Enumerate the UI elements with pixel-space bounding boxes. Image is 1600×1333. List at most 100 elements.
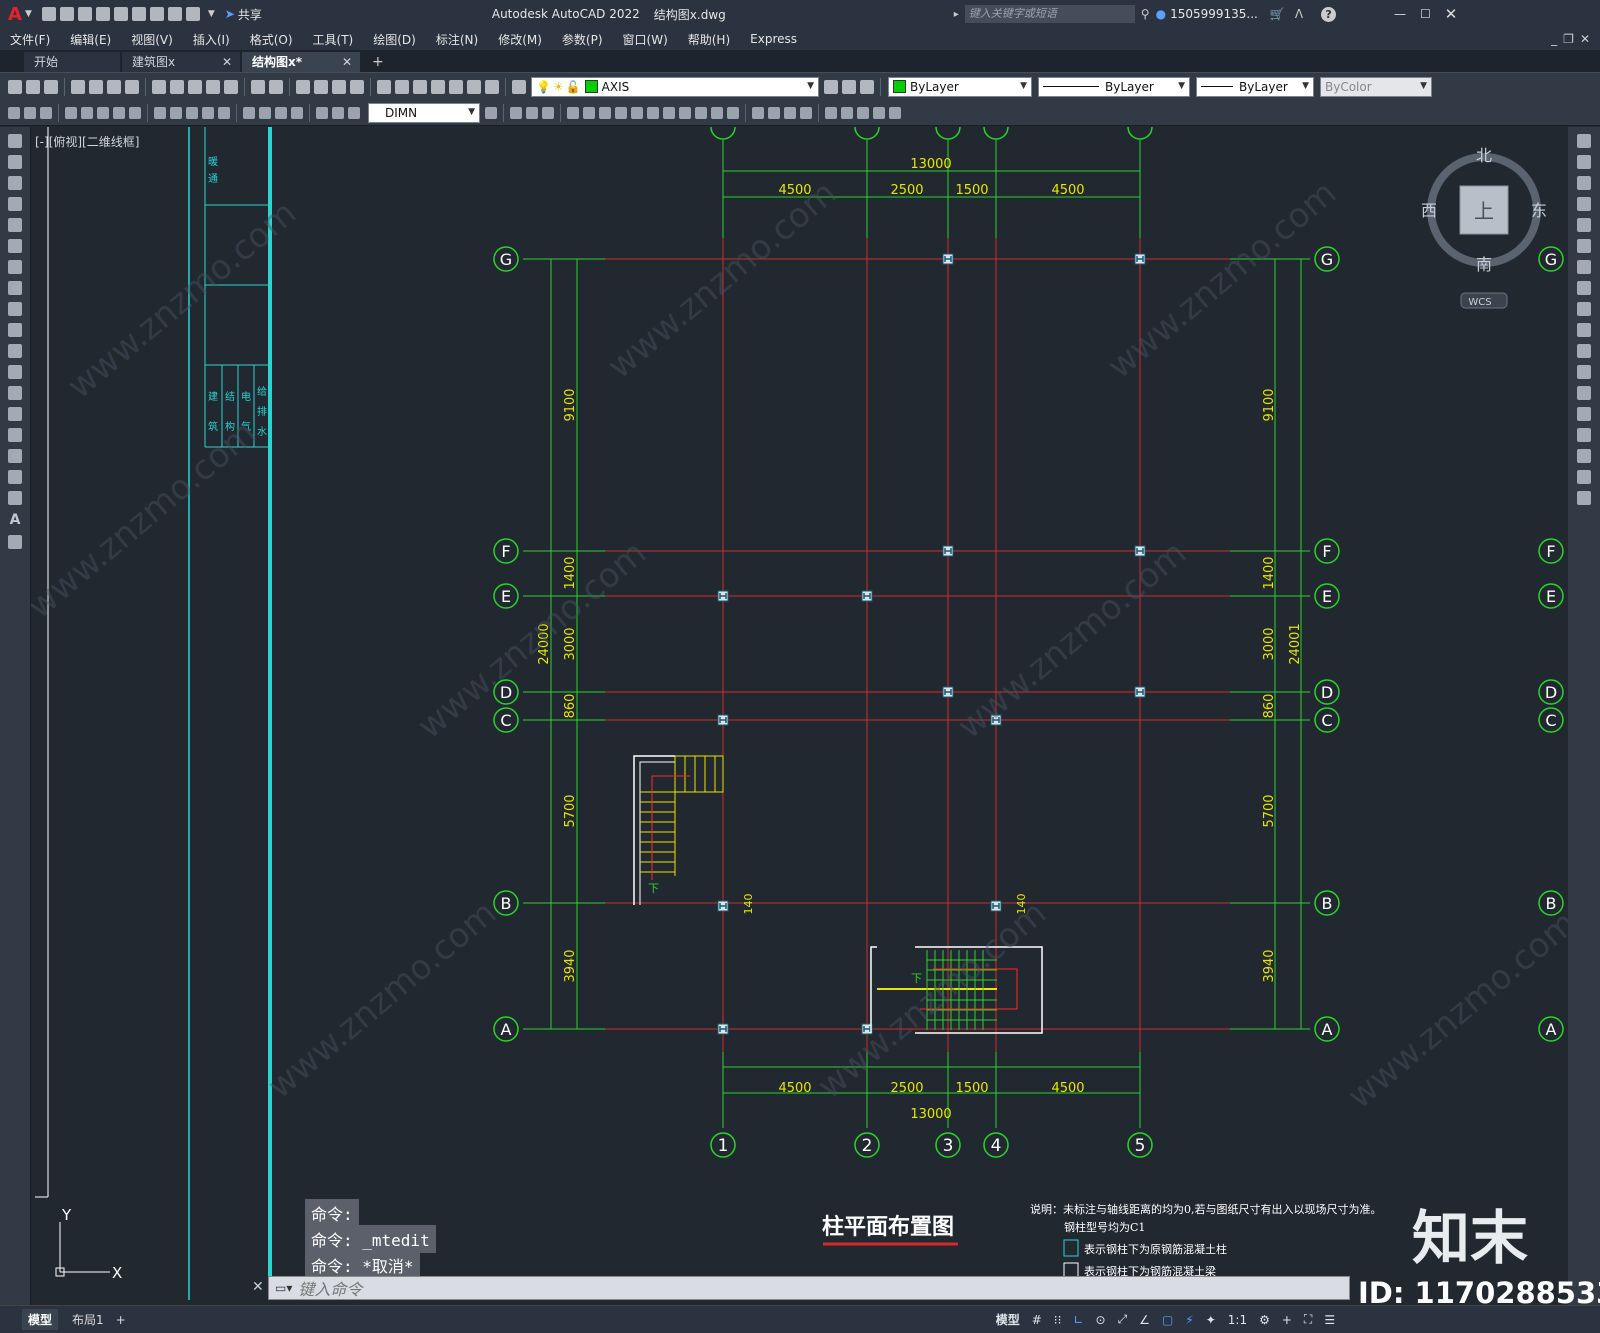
menu-edit[interactable]: 编辑(E) [70,31,111,48]
tb-3d-cone-icon[interactable] [542,106,554,119]
object-snap-icon[interactable]: ▢ [1162,1313,1173,1327]
menu-view[interactable]: 视图(V) [131,31,173,48]
layer-properties-icon[interactable] [512,79,526,94]
save-as-icon[interactable] [95,7,110,21]
tb-save-icon[interactable] [44,79,58,94]
tb-ordinate-icon[interactable] [65,106,77,119]
tb-separate-icon[interactable] [800,106,812,119]
trim-icon[interactable] [1577,323,1591,337]
menu-help[interactable]: 帮助(H) [688,31,730,48]
snap-icon[interactable]: ⁝⁝ [1054,1313,1062,1327]
tb-union-icon[interactable] [752,106,764,119]
help-button[interactable]: ? [1321,6,1337,22]
layer-dropdown[interactable]: 💡 ☀ 🔓 AXIS ▼ [531,76,819,97]
menu-file[interactable]: 文件(F) [10,31,50,48]
tb-3d-rotate-icon[interactable] [599,106,611,119]
linetype-dropdown[interactable]: ByLayer ▼ [1038,76,1190,97]
tb-diameter-icon[interactable] [113,106,125,119]
add-selected-icon[interactable] [8,535,22,549]
stretch-icon[interactable] [1577,302,1591,316]
construction-line-icon[interactable] [8,155,22,169]
move-icon[interactable] [1577,239,1591,253]
web-save-icon[interactable] [131,7,146,21]
menu-tools[interactable]: 工具(T) [313,31,354,48]
circle-icon[interactable] [8,260,22,274]
erase-icon[interactable] [1577,134,1591,148]
user-icon[interactable]: ● [1156,7,1166,21]
search-input[interactable]: 键入关键字或短语 [964,5,1135,23]
tb-block-editor-icon[interactable] [224,79,238,94]
open-file-icon[interactable] [59,7,74,21]
layer-bulb-icon[interactable]: 💡 [536,80,551,94]
tb-intersect-icon[interactable] [784,106,796,119]
tb-angular-icon[interactable] [129,106,141,119]
tb-baseline-icon[interactable] [170,106,182,119]
user-name[interactable]: 1505999135... [1170,7,1258,21]
tb-3d-align-icon[interactable] [615,106,627,119]
tb-undo-icon[interactable] [251,79,265,94]
share-icon[interactable]: ➤ [225,7,235,21]
search-icon[interactable]: ⚲ [1141,7,1150,21]
spline-icon[interactable] [8,302,22,316]
tb-revolve-icon[interactable] [727,106,739,119]
tb-tool-palettes-icon[interactable] [413,79,427,94]
app-logo[interactable]: A [8,4,22,25]
customization-icon[interactable]: ☰ [1324,1313,1335,1327]
tb-cut-icon[interactable] [152,79,166,94]
tb-3d-mirror-icon[interactable] [631,106,643,119]
web-open-icon[interactable] [113,7,128,21]
fillet-icon[interactable] [1577,449,1591,463]
viewcube-west[interactable]: 西 [1421,201,1437,220]
hatch-icon[interactable] [8,428,22,442]
menu-parametric[interactable]: 参数(P) [562,31,603,48]
make-block-icon[interactable] [8,386,22,400]
customize-qat-chevron-icon[interactable]: ▼ [208,9,215,19]
make-current-icon[interactable] [824,79,838,94]
line-tool-icon[interactable] [8,134,22,148]
workspace-gear-icon[interactable]: ⚙ [1259,1313,1270,1327]
color-dropdown[interactable]: ByLayer ▼ [888,76,1032,97]
layer-sun-icon[interactable]: ☀ [553,80,564,94]
dimstyle-dropdown[interactable]: DIMN ▼ [368,102,480,123]
viewcube-south[interactable]: 南 [1476,255,1492,274]
tb-preview-icon[interactable] [89,79,103,94]
tb-render-icon[interactable] [889,106,901,119]
join-icon[interactable] [1577,407,1591,421]
command-recent-icon[interactable]: ▭▾ [275,1281,292,1295]
tb-zoom-window-icon[interactable] [332,79,346,94]
object-snap-tracking-icon[interactable]: ∠ [1139,1313,1150,1327]
ellipse-arc-icon[interactable] [8,344,22,358]
minimize-icon[interactable]: — [1394,7,1406,21]
tab-architecture[interactable]: 建筑图x ✕ [122,52,240,72]
tb-sheet-set-icon[interactable] [431,79,445,94]
fullscreen-icon[interactable]: ⛶ [1304,1312,1312,1327]
tb-jogged-icon[interactable] [81,106,93,119]
tb-check-icon[interactable] [873,106,885,119]
tb-inspect-icon[interactable] [275,106,287,119]
doc-close-icon[interactable]: ✕ [1580,32,1590,46]
rotate-icon[interactable] [1577,260,1591,274]
tb-new-icon[interactable] [8,79,22,94]
tab-close-icon[interactable]: ✕ [342,52,352,72]
model-space-button[interactable]: 模型 [996,1311,1020,1328]
tb-pan-icon[interactable] [296,79,310,94]
print-icon[interactable] [149,7,164,21]
ortho-icon[interactable]: ∟ [1073,1313,1083,1327]
tb-zoom-previous-icon[interactable] [350,79,364,94]
menu-modify[interactable]: 修改(M) [498,31,542,48]
maximize-icon[interactable]: ☐ [1420,7,1431,21]
tb-arc-length-icon[interactable] [40,106,52,119]
tb-imprint-icon[interactable] [825,106,837,119]
tb-extrude-icon[interactable] [711,106,723,119]
viewcube[interactable]: 上 北 南 东 西 WCS [1421,146,1547,309]
tb-help-icon[interactable] [485,79,499,94]
tb-dim-update-icon[interactable] [348,106,360,119]
command-input[interactable]: ▭▾ 键入命令 [268,1276,1350,1300]
tb-publish-icon[interactable] [107,79,121,94]
grid-icon[interactable]: # [1032,1313,1042,1327]
tb-properties-icon[interactable] [377,79,391,94]
tb-subtract-icon[interactable] [768,106,780,119]
lineweight-dropdown[interactable]: ByLayer ▼ [1196,76,1314,97]
new-tab-button[interactable]: + [372,52,384,72]
annotation-scale[interactable]: 1:1 [1228,1313,1247,1327]
